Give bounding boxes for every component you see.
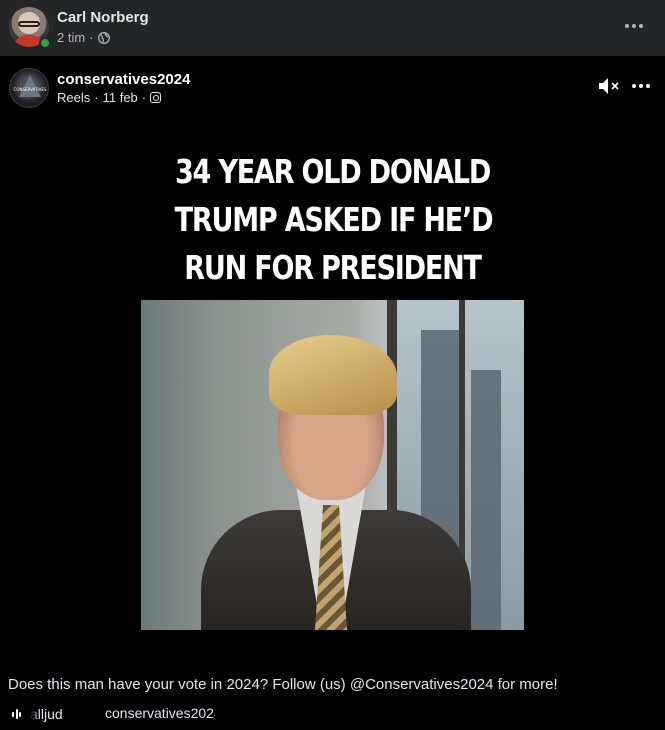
page-avatar-logo: CONSERVATIVES — [13, 87, 47, 92]
audio-wave-icon — [12, 708, 26, 720]
sharer-name[interactable]: Carl Norberg — [57, 9, 149, 26]
share-meta: 2 tim · — [57, 30, 110, 45]
reel-date[interactable]: 11 feb — [103, 90, 138, 105]
reel-more-options-icon[interactable] — [628, 76, 654, 96]
reel-meta: Reels · 11 feb · — [57, 90, 162, 105]
share-header: Carl Norberg 2 tim · — [0, 0, 665, 56]
instagram-icon — [150, 92, 162, 103]
page-avatar[interactable]: CONSERVATIVES — [9, 68, 49, 108]
audio-label: alljud — [30, 706, 63, 722]
audio-author[interactable]: conservatives2024 — [105, 705, 215, 721]
headline-line: TRUMP ASKED IF HE’D — [174, 200, 494, 239]
meta-separator: · — [89, 30, 94, 45]
share-time[interactable]: 2 tim — [57, 30, 85, 45]
globe-icon — [97, 31, 110, 44]
muted-speaker-icon[interactable] — [597, 76, 621, 96]
video-player[interactable] — [141, 300, 524, 630]
headline-line: RUN FOR PRESIDENT — [184, 248, 482, 287]
meta-separator: · — [94, 90, 99, 105]
online-status-dot — [39, 37, 51, 49]
audio-attribution[interactable]: alljud conservatives2024 — [8, 704, 223, 724]
headline-line: 34 YEAR OLD DONALD — [174, 152, 491, 191]
reel-type[interactable]: Reels — [57, 90, 90, 105]
more-options-icon[interactable] — [621, 14, 647, 38]
meta-separator: · — [141, 90, 147, 105]
video-subject-hair — [269, 335, 397, 415]
post-caption: Does this man have your vote in 2024? Fo… — [8, 676, 558, 693]
page-name[interactable]: conservatives2024 — [57, 71, 190, 88]
video-headline: 34 YEAR OLD DONALD TRUMP ASKED IF HE’D R… — [174, 148, 494, 292]
sharer-avatar[interactable] — [9, 7, 51, 49]
